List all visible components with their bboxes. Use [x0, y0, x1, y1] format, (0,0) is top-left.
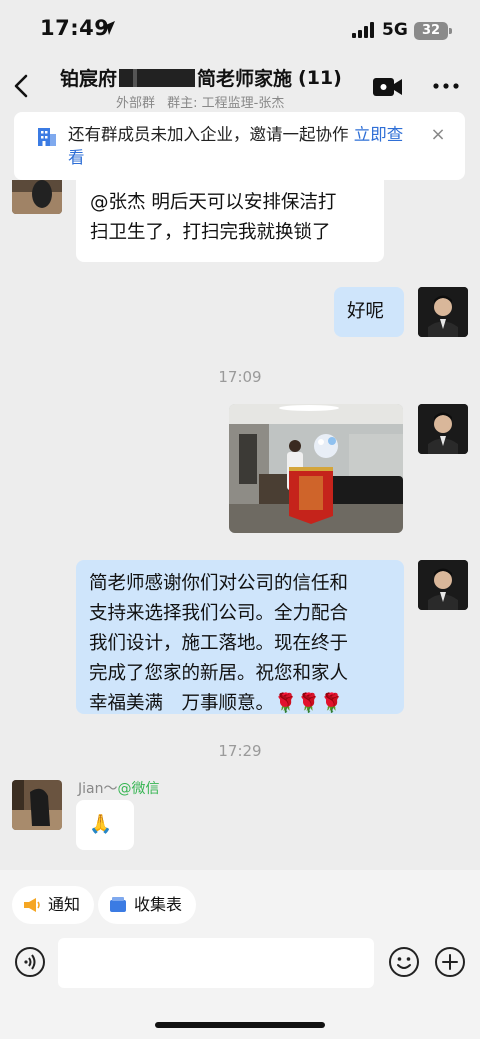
man-portrait-icon: [418, 287, 468, 337]
avatar[interactable]: [12, 180, 62, 214]
location-arrow-icon: [101, 21, 115, 35]
message-text-line: 支持来选择我们公司。全力配合: [89, 603, 349, 624]
title-left: 铂宸府: [60, 68, 118, 90]
message-text-line: 幸福美满 万事顺意。🌹🌹🌹: [89, 693, 344, 714]
redacted-block: [119, 68, 196, 87]
self-avatar[interactable]: [418, 287, 468, 337]
message-list[interactable]: @张杰 明后天可以安排保洁打 扫卫生了，打扫完我就换锁了 好呢 17:09 简老…: [0, 180, 480, 870]
network-type: 5G: [382, 20, 408, 40]
group-owner: 群主: 工程监理-张杰: [167, 96, 285, 111]
photo-message[interactable]: [229, 404, 403, 533]
banner-text: 还有群成员未加入企业，邀请一起协作: [68, 125, 354, 144]
man-portrait-icon: [418, 404, 468, 454]
chat-header: 铂宸府 简老师家施 (11) 外部群 群主: 工程监理-张杰: [0, 56, 480, 116]
banner-message: 还有群成员未加入企业，邀请一起协作 立即查看: [68, 123, 418, 169]
user-photo-icon: [12, 780, 62, 830]
chat-subtitle: 外部群 群主: 工程监理-张杰: [116, 92, 292, 111]
user-photo-icon: [12, 180, 62, 214]
timestamp: 17:09: [218, 368, 262, 386]
message-input[interactable]: [58, 938, 374, 988]
message-text-line: 简老师感谢你们对公司的信任和: [89, 573, 349, 594]
video-call-icon[interactable]: [372, 76, 404, 98]
wechat-source-tag: @微信: [117, 781, 160, 797]
status-bar: 17:49 5G 32: [0, 0, 480, 56]
message-bubble[interactable]: @张杰 明后天可以安排保洁打 扫卫生了，打扫完我就换锁了: [76, 180, 384, 262]
voice-icon[interactable]: [14, 946, 46, 978]
form-label: 收集表: [134, 895, 183, 914]
enterprise-building-icon: [38, 128, 56, 146]
self-avatar[interactable]: [418, 560, 468, 610]
quick-action-bar: 通知 收集表: [0, 870, 480, 938]
title-right: 简老师家施: [197, 68, 293, 90]
back-icon[interactable]: [8, 68, 38, 104]
message-bubble[interactable]: 好呢: [334, 287, 404, 337]
megaphone-icon: [24, 898, 40, 912]
battery-level: 32: [414, 22, 452, 40]
room-photo-image: [229, 404, 403, 533]
notice-button[interactable]: 通知: [12, 886, 95, 924]
external-group-tag: 外部群: [116, 96, 156, 111]
message-text-line: 我们设计，施工落地。现在终于: [89, 633, 349, 654]
emoji-icon[interactable]: [388, 946, 420, 978]
more-icon[interactable]: [432, 76, 460, 96]
self-avatar[interactable]: [418, 404, 468, 454]
message-text-line: 扫卫生了，打扫完我就换锁了: [90, 222, 331, 243]
member-count: (11): [298, 66, 342, 89]
plus-icon[interactable]: [434, 946, 466, 978]
message-bubble[interactable]: 简老师感谢你们对公司的信任和 支持来选择我们公司。全力配合 我们设计，施工落地。…: [76, 560, 404, 714]
avatar[interactable]: [12, 780, 62, 830]
message-text-line: @张杰 明后天可以安排保洁打: [90, 192, 337, 213]
form-button[interactable]: 收集表: [98, 886, 197, 924]
invite-banner: 还有群成员未加入企业，邀请一起协作 立即查看 ×: [14, 112, 465, 180]
message-text: 🙏: [89, 814, 113, 835]
form-tray-icon: [110, 897, 126, 912]
man-portrait-icon: [418, 560, 468, 610]
sender-name: Jian～@微信: [78, 778, 159, 798]
status-time: 17:49: [40, 16, 110, 40]
message-bubble[interactable]: 🙏: [76, 800, 134, 850]
message-text-line: 完成了您家的新居。祝您和家人: [89, 663, 349, 684]
close-icon[interactable]: ×: [427, 124, 449, 146]
input-bar: [0, 938, 480, 1039]
message-text: 好呢: [347, 301, 385, 322]
sender-nickname: Jian～: [78, 781, 118, 797]
chat-title[interactable]: 铂宸府 简老师家施 (11): [60, 64, 360, 91]
signal-icon: [352, 22, 374, 38]
home-indicator: [155, 1022, 325, 1028]
timestamp: 17:29: [218, 742, 262, 760]
notice-label: 通知: [48, 895, 81, 914]
